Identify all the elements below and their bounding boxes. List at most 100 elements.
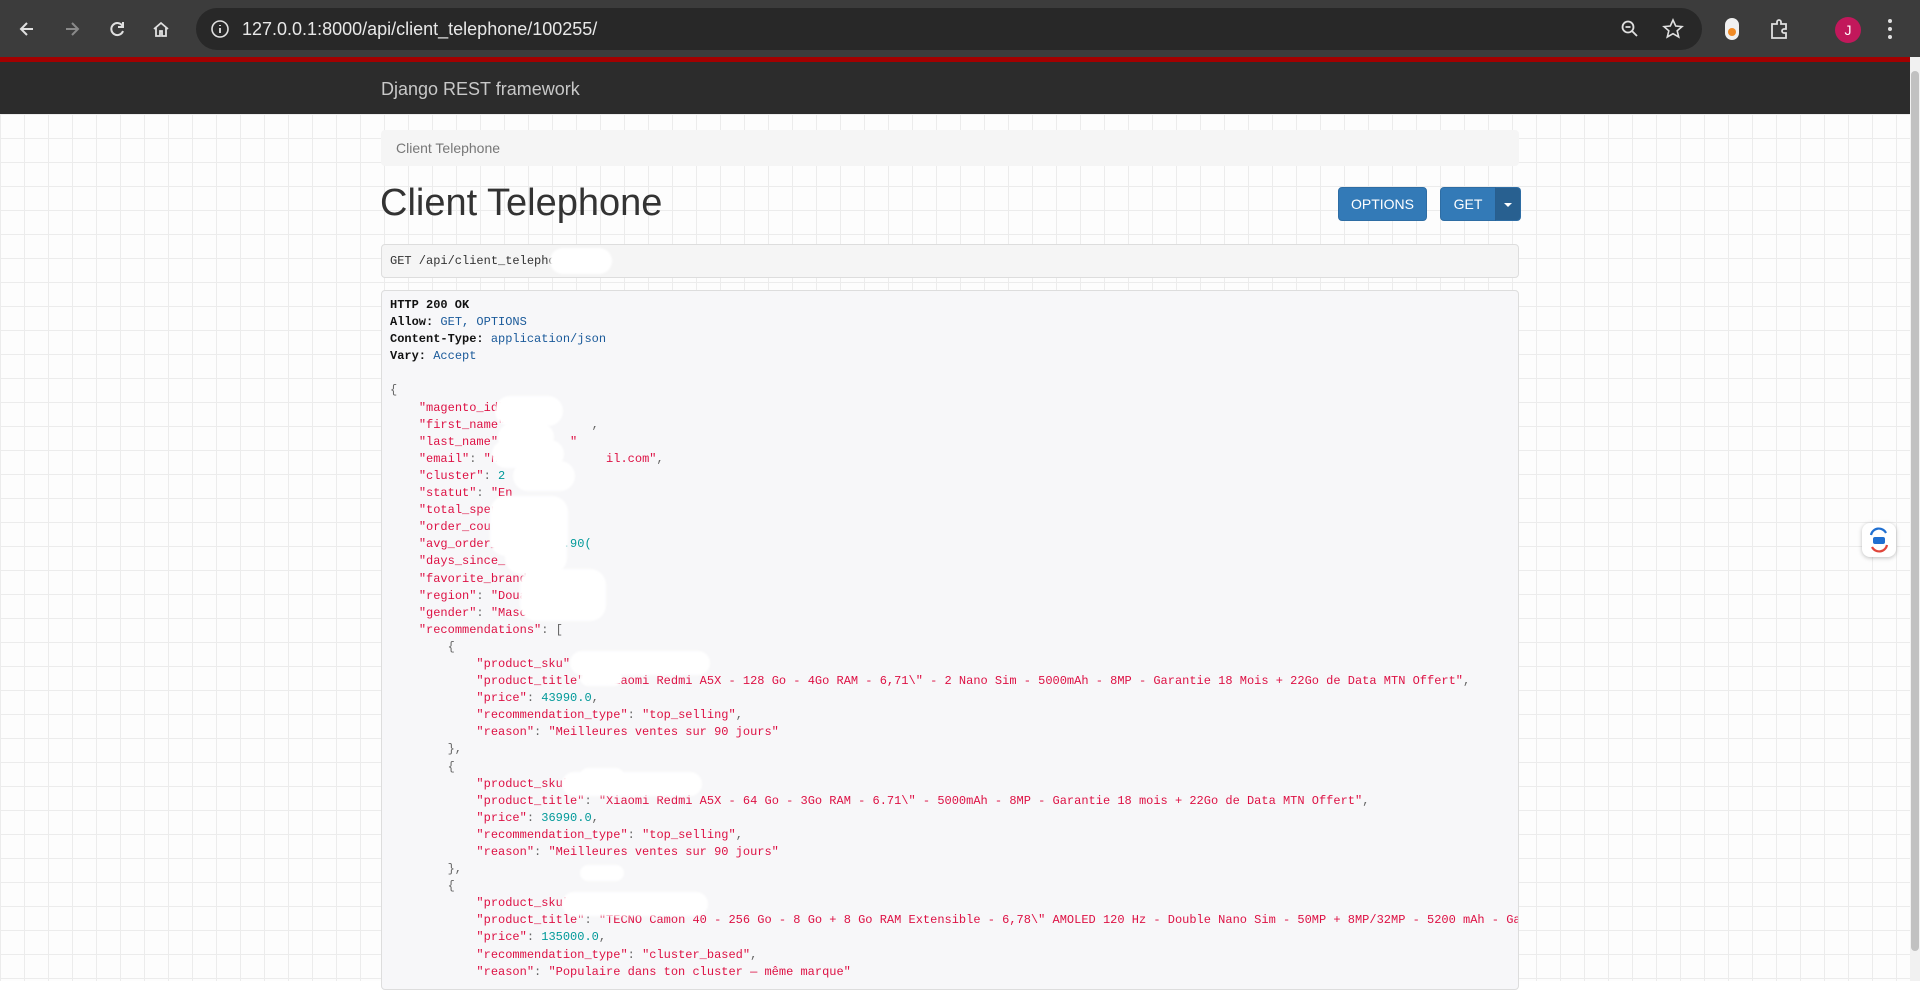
- response-token: Accept: [433, 349, 477, 364]
- get-button[interactable]: GET: [1440, 187, 1496, 221]
- response-token: [390, 606, 419, 620]
- response-token: "product_sku": [476, 896, 571, 911]
- response-token: "cluster_based": [642, 947, 751, 962]
- response-token: [390, 811, 476, 825]
- response-token: "recommendation_type": [476, 827, 628, 842]
- response-line: "recommendations": [: [390, 622, 1518, 639]
- back-icon[interactable]: [12, 14, 42, 44]
- page-title: Client Telephone: [380, 182, 663, 224]
- response-line: "price": 36990.0,: [390, 810, 1518, 827]
- response-token: [390, 435, 419, 449]
- response-token: [390, 794, 476, 808]
- response-line: "product_sku": ": [390, 656, 1518, 673]
- get-format-dropdown[interactable]: [1495, 187, 1521, 221]
- response-token: :: [469, 451, 484, 466]
- response-token: ,: [656, 451, 664, 466]
- response-token: [390, 930, 476, 944]
- response-token: ,: [735, 708, 743, 723]
- response-token: [390, 691, 476, 705]
- response-token: :: [476, 588, 491, 603]
- response-token: [390, 777, 476, 791]
- redaction-mark: [505, 534, 567, 574]
- response-token: {: [390, 759, 455, 774]
- site-info-icon[interactable]: [210, 19, 230, 44]
- response-line: },: [390, 861, 1518, 878]
- chat-widget-icon[interactable]: [1862, 523, 1896, 557]
- breadcrumb-item[interactable]: Client Telephone: [396, 140, 500, 156]
- response-token: "price": [476, 691, 527, 706]
- response-token: 36990.0: [541, 810, 592, 825]
- response-token: Allow:: [390, 315, 441, 330]
- response-token: :: [627, 827, 643, 842]
- response-token: [390, 520, 419, 534]
- forward-icon[interactable]: [57, 14, 87, 44]
- response-line: {: [390, 759, 1518, 776]
- caret-down-icon: [1504, 203, 1512, 208]
- page-scrollbar[interactable]: [1910, 57, 1920, 981]
- scrollbar-thumb[interactable]: [1911, 71, 1919, 951]
- response-token: [390, 469, 419, 483]
- puzzle-extensions-icon[interactable]: [1768, 17, 1792, 46]
- redaction-mark: [562, 892, 708, 916]
- response-token: :: [476, 605, 491, 620]
- response-token: "top_selling": [642, 827, 736, 842]
- response-token: ": [570, 434, 578, 449]
- response-token: "recommendation_type": [476, 947, 628, 962]
- response-token: :: [526, 930, 542, 945]
- response-token: ,: [1362, 793, 1370, 808]
- response-token: "product_sku": [476, 656, 571, 671]
- page-content: Client Telephone Client Telephone OPTION…: [0, 114, 1910, 990]
- options-button[interactable]: OPTIONS: [1338, 187, 1427, 221]
- response-token: {: [390, 879, 455, 894]
- response-token: "Populaire dans ton cluster — même marqu…: [548, 964, 851, 979]
- response-token: "statut": [418, 486, 477, 501]
- response-token: "product_title": [476, 913, 585, 928]
- response-token: "price": [476, 810, 527, 825]
- address-bar[interactable]: 127.0.0.1:8000/api/client_telephone/1002…: [196, 8, 1702, 50]
- extension-icon[interactable]: [1725, 18, 1739, 40]
- response-token: [390, 913, 476, 927]
- response-token: ,: [750, 947, 758, 962]
- response-token: HTTP 200 OK: [390, 298, 470, 312]
- response-token: "Xiaomi Redmi A5X - 64 Go - 3Go RAM - 6.…: [598, 793, 1363, 808]
- response-token: "gender": [418, 605, 477, 620]
- response-line: "recommendation_type": "top_selling",: [390, 707, 1518, 724]
- menu-dots-icon[interactable]: [1886, 18, 1894, 45]
- response-info: HTTP 200 OK Allow: GET, OPTIONS Content-Ty…: [381, 290, 1519, 990]
- reload-icon[interactable]: [102, 14, 132, 44]
- navbar-brand[interactable]: Django REST framework: [381, 79, 580, 100]
- response-token: [390, 554, 419, 568]
- response-token: Content-Type:: [390, 332, 491, 347]
- response-token: 43990.0: [541, 691, 592, 706]
- home-icon[interactable]: [146, 14, 176, 44]
- response-token: [390, 572, 419, 586]
- response-line: },: [390, 741, 1518, 758]
- response-token: [390, 896, 476, 910]
- response-token: "Meilleures ventes sur 90 jours": [548, 725, 779, 740]
- response-token: [390, 503, 419, 517]
- redaction-mark: [513, 461, 575, 491]
- response-token: "price": [476, 930, 527, 945]
- zoom-icon[interactable]: [1620, 19, 1640, 44]
- response-token: "magento_id": [418, 400, 506, 415]
- response-token: [390, 537, 419, 551]
- response-token: :: [627, 708, 643, 723]
- response-line: "price": 43990.0,: [390, 690, 1518, 707]
- response-token: ,: [598, 930, 607, 945]
- response-token: "Xiaomi Redmi A5X - 128 Go - 4Go RAM - 6…: [598, 674, 1463, 689]
- redaction-mark: [580, 670, 622, 686]
- response-token: "product_sku": [476, 776, 571, 791]
- redaction-mark: [550, 248, 612, 274]
- profile-avatar[interactable]: J: [1835, 17, 1861, 43]
- response-token: : [: [541, 622, 563, 637]
- response-line: Vary: Accept: [390, 348, 1518, 365]
- redaction-mark: [580, 865, 624, 881]
- response-token: "TECNO Camon 40 - 256 Go - 8 Go + 8 Go R…: [598, 913, 1518, 928]
- response-line: {: [390, 639, 1518, 656]
- response-token: "reason": [476, 845, 535, 859]
- bookmark-star-icon[interactable]: [1662, 18, 1684, 45]
- response-line: [390, 365, 1518, 382]
- response-line: "reason": "Meilleures ventes sur 90 jour…: [390, 844, 1518, 861]
- response-token: "first_name": [418, 417, 506, 432]
- response-token: [390, 452, 419, 466]
